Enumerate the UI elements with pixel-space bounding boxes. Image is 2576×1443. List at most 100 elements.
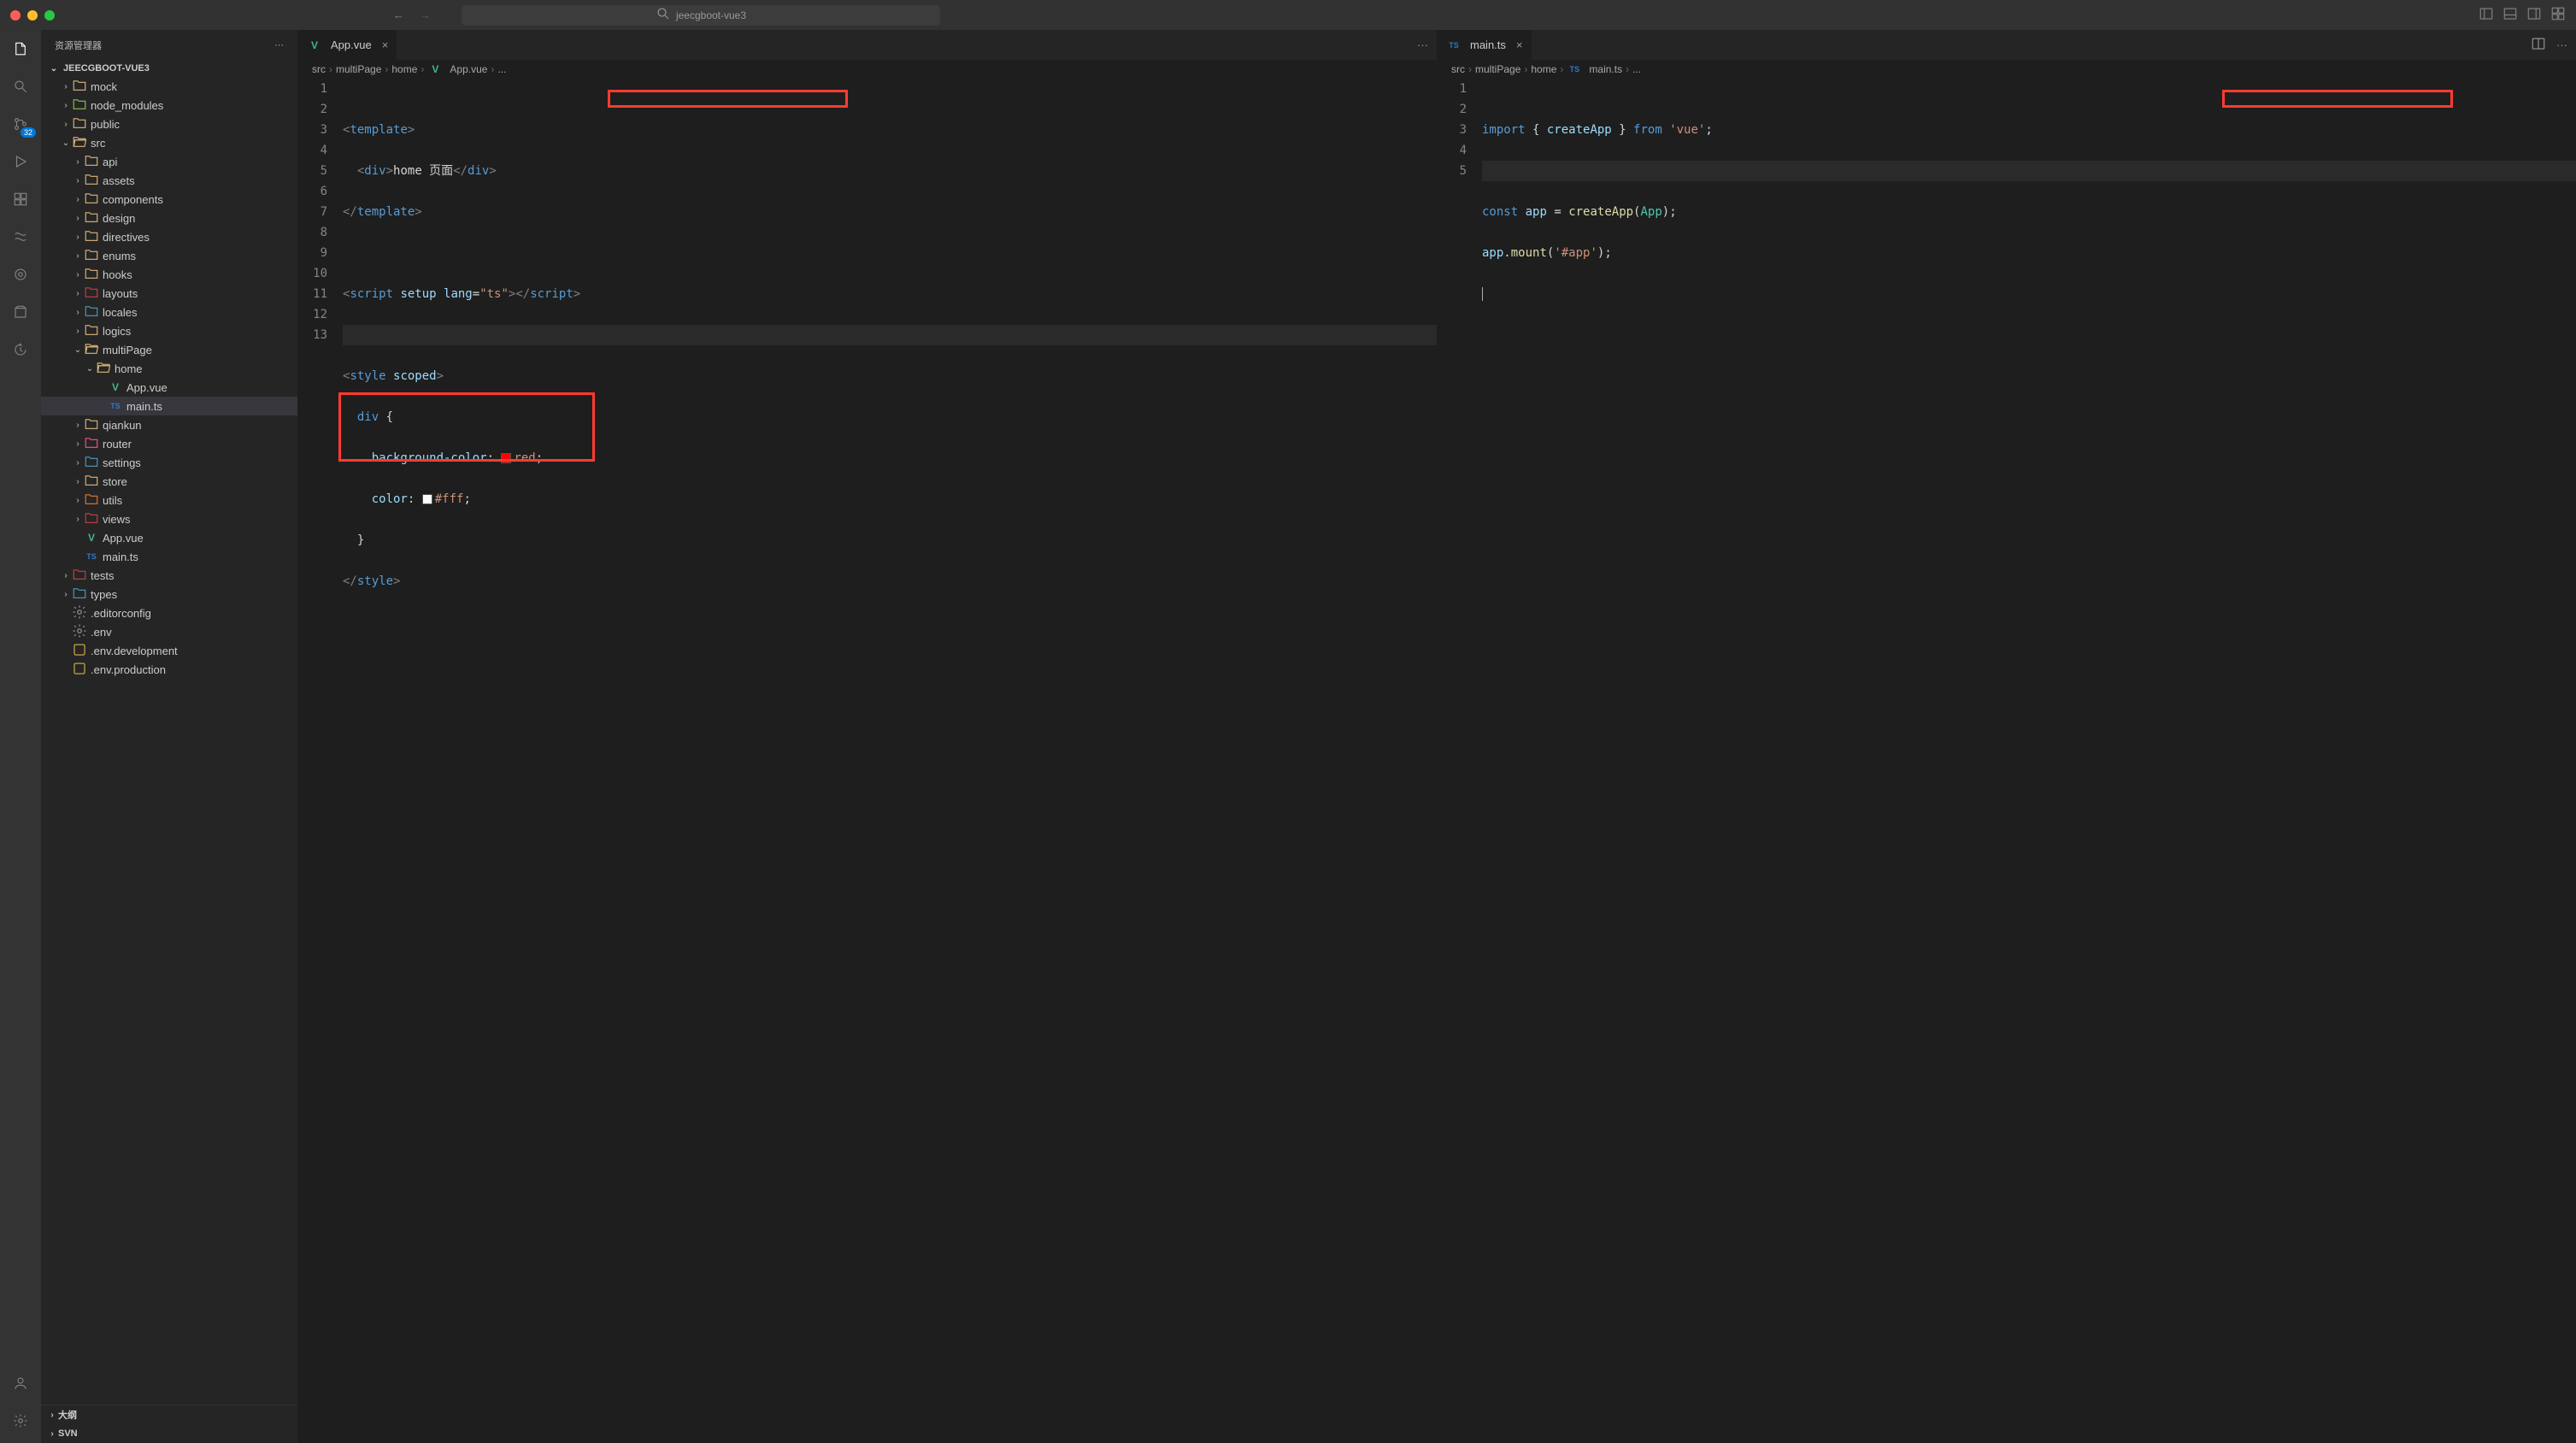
tree-item-label: store bbox=[103, 475, 127, 488]
tab-more-icon[interactable]: ··· bbox=[1417, 38, 1428, 51]
svn-section[interactable]: ›SVN bbox=[41, 1424, 297, 1443]
breadcrumb-segment[interactable]: home bbox=[1531, 63, 1556, 75]
breadcrumb-segment[interactable]: src bbox=[1451, 63, 1465, 75]
tree-item-mock[interactable]: ›mock bbox=[41, 77, 297, 96]
tree-item-enums[interactable]: ›enums bbox=[41, 246, 297, 265]
tree-item-api[interactable]: ›api bbox=[41, 152, 297, 171]
sourcegraph-icon[interactable] bbox=[10, 227, 31, 247]
tree-item-label: views bbox=[103, 513, 131, 526]
folder-icon bbox=[72, 115, 87, 133]
tree-item-App-vue[interactable]: VApp.vue bbox=[41, 378, 297, 397]
breadcrumb-segment[interactable]: home bbox=[391, 63, 417, 75]
tree-item-layouts[interactable]: ›layouts bbox=[41, 284, 297, 303]
minimize-window-button[interactable] bbox=[27, 10, 38, 21]
breadcrumb-segment[interactable]: App.vue bbox=[450, 63, 487, 75]
folder-icon bbox=[72, 586, 87, 604]
breadcrumbs[interactable]: src›multiPage›home›TSmain.ts›... bbox=[1438, 60, 2576, 79]
tab-main-ts[interactable]: TS main.ts × bbox=[1438, 30, 1532, 60]
folder-icon bbox=[84, 228, 99, 246]
source-control-icon[interactable]: 32 bbox=[10, 114, 31, 134]
tree-item--env-development[interactable]: .env.development bbox=[41, 641, 297, 660]
breadcrumb-segment[interactable]: ... bbox=[497, 63, 506, 75]
search-activity-icon[interactable] bbox=[10, 76, 31, 97]
tree-item--env[interactable]: .env bbox=[41, 622, 297, 641]
tree-item-main-ts[interactable]: TSmain.ts bbox=[41, 397, 297, 415]
run-debug-icon[interactable] bbox=[10, 151, 31, 172]
tree-item-hooks[interactable]: ›hooks bbox=[41, 265, 297, 284]
breadcrumbs[interactable]: src›multiPage›home›VApp.vue›... bbox=[298, 60, 1437, 79]
tree-item-label: components bbox=[103, 193, 163, 206]
tab-app-vue[interactable]: V App.vue × bbox=[298, 30, 397, 60]
breadcrumb-segment[interactable]: multiPage bbox=[336, 63, 381, 75]
extensions-icon[interactable] bbox=[10, 189, 31, 209]
tree-item-multiPage[interactable]: ⌄multiPage bbox=[41, 340, 297, 359]
tree-item-views[interactable]: › views bbox=[41, 509, 297, 528]
tab-more-icon[interactable]: ··· bbox=[2556, 38, 2567, 51]
sidebar-title: 资源管理器 bbox=[55, 38, 102, 52]
tree-item-label: settings bbox=[103, 456, 141, 469]
chevron-icon: › bbox=[72, 157, 84, 167]
nav-back-icon[interactable]: ← bbox=[393, 9, 404, 21]
breadcrumb-segment[interactable]: multiPage bbox=[1475, 63, 1520, 75]
gear-icon bbox=[72, 623, 87, 641]
tree-item-types[interactable]: ›types bbox=[41, 585, 297, 604]
maximize-window-button[interactable] bbox=[44, 10, 55, 21]
settings-gear-icon[interactable] bbox=[10, 1411, 31, 1431]
tree-item-home[interactable]: ⌄home bbox=[41, 359, 297, 378]
breadcrumb-segment[interactable]: main.ts bbox=[1589, 63, 1622, 75]
tree-item-router[interactable]: ›router bbox=[41, 434, 297, 453]
tree-item-settings[interactable]: ›settings bbox=[41, 453, 297, 472]
layout-primary-icon[interactable] bbox=[2479, 6, 2494, 24]
breadcrumb-segment[interactable]: src bbox=[312, 63, 326, 75]
chevron-icon: › bbox=[72, 251, 84, 261]
tree-item-node_modules[interactable]: ›node_modules bbox=[41, 96, 297, 115]
tree-item-design[interactable]: ›design bbox=[41, 209, 297, 227]
vue-icon: V bbox=[84, 532, 99, 544]
tree-item-tests[interactable]: ›tests bbox=[41, 566, 297, 585]
tree-item-main-ts[interactable]: TSmain.ts bbox=[41, 547, 297, 566]
chevron-icon: › bbox=[72, 515, 84, 524]
layout-panel-icon[interactable] bbox=[2502, 6, 2518, 24]
tree-item-directives[interactable]: ›directives bbox=[41, 227, 297, 246]
code-content[interactable]: <template> <div>home 页面</div> </template… bbox=[343, 79, 1437, 1443]
tree-item-public[interactable]: ›public bbox=[41, 115, 297, 133]
customize-layout-icon[interactable] bbox=[2550, 6, 2566, 24]
close-window-button[interactable] bbox=[10, 10, 21, 21]
tree-item-logics[interactable]: ›logics bbox=[41, 321, 297, 340]
outline-section[interactable]: ›大纲 bbox=[41, 1405, 297, 1424]
tree-item--env-production[interactable]: .env.production bbox=[41, 660, 297, 679]
chevron-icon: › bbox=[60, 101, 72, 110]
command-center[interactable]: jeecgboot-vue3 bbox=[462, 5, 940, 26]
tree-item-src[interactable]: ⌄src bbox=[41, 133, 297, 152]
breadcrumb-segment[interactable]: ... bbox=[1632, 63, 1641, 75]
accounts-icon[interactable] bbox=[10, 1373, 31, 1393]
tree-item-assets[interactable]: ›assets bbox=[41, 171, 297, 190]
docker-icon[interactable] bbox=[10, 264, 31, 285]
close-tab-icon[interactable]: × bbox=[1516, 38, 1523, 51]
layout-secondary-icon[interactable] bbox=[2526, 6, 2542, 24]
tree-item-components[interactable]: › components bbox=[41, 190, 297, 209]
tree-item-label: tests bbox=[91, 569, 114, 582]
tree-item-label: assets bbox=[103, 174, 135, 187]
tree-item-App-vue[interactable]: VApp.vue bbox=[41, 528, 297, 547]
sidebar-more-icon[interactable]: ··· bbox=[274, 40, 284, 50]
tree-item-qiankun[interactable]: ›qiankun bbox=[41, 415, 297, 434]
tree-item-locales[interactable]: ›locales bbox=[41, 303, 297, 321]
split-editor-icon[interactable] bbox=[2531, 36, 2546, 54]
close-tab-icon[interactable]: × bbox=[382, 38, 389, 51]
tree-item-label: logics bbox=[103, 325, 131, 338]
folder-icon bbox=[84, 492, 99, 509]
folder-icon bbox=[84, 285, 99, 303]
nav-forward-icon[interactable]: → bbox=[420, 9, 431, 21]
project-manager-icon[interactable] bbox=[10, 302, 31, 322]
timeline-icon[interactable] bbox=[10, 339, 31, 360]
project-header[interactable]: ⌄ JEECGBOOT-VUE3 bbox=[41, 60, 297, 77]
tree-item-utils[interactable]: ›utils bbox=[41, 491, 297, 509]
tree-item-label: .env bbox=[91, 626, 112, 639]
tree-item-label: design bbox=[103, 212, 135, 225]
tree-item-store[interactable]: ›store bbox=[41, 472, 297, 491]
tree-item--editorconfig[interactable]: .editorconfig bbox=[41, 604, 297, 622]
code-content[interactable]: import { createApp } from 'vue'; import … bbox=[1482, 79, 2576, 1443]
explorer-icon[interactable] bbox=[10, 38, 31, 59]
chevron-icon: › bbox=[72, 195, 84, 204]
